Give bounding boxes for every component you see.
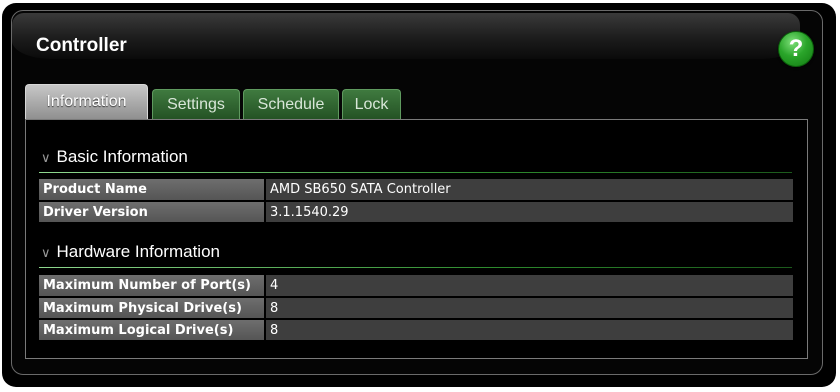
row-label: Maximum Logical Drive(s) — [39, 319, 266, 342]
header-band — [12, 13, 800, 59]
row-value: 8 — [265, 297, 793, 320]
tab-settings[interactable]: Settings — [152, 89, 240, 119]
row-value: 4 — [265, 275, 793, 298]
table-row: Maximum Number of Port(s) 4 — [39, 275, 793, 298]
row-label: Product Name — [39, 179, 266, 202]
basic-info-table: Product Name AMD SB650 SATA Controller D… — [39, 179, 793, 224]
section-divider — [39, 172, 792, 173]
table-row: Maximum Physical Drive(s) 8 — [39, 297, 793, 320]
tab-lock[interactable]: Lock — [342, 89, 401, 119]
section-hardware-information[interactable]: ∨ Hardware Information — [41, 242, 220, 262]
table-row: Driver Version 3.1.1540.29 — [39, 201, 793, 224]
row-label: Driver Version — [39, 201, 266, 224]
section-divider — [39, 267, 792, 268]
tab-content: ∨ Basic Information Product Name AMD SB65… — [25, 119, 808, 359]
collapse-chevron-icon: ∨ — [41, 245, 51, 260]
hardware-info-table: Maximum Number of Port(s) 4 Maximum Phys… — [39, 275, 793, 342]
row-label: Maximum Physical Drive(s) — [39, 297, 266, 320]
help-icon[interactable]: ? — [778, 31, 814, 67]
row-value: AMD SB650 SATA Controller — [265, 179, 793, 202]
row-value: 8 — [265, 319, 793, 342]
table-row: Maximum Logical Drive(s) 8 — [39, 319, 793, 342]
tab-schedule[interactable]: Schedule — [243, 89, 339, 119]
table-row: Product Name AMD SB650 SATA Controller — [39, 179, 793, 202]
section-title: Hardware Information — [56, 242, 220, 261]
row-value: 3.1.1540.29 — [265, 201, 793, 224]
tab-information[interactable]: Information — [25, 84, 148, 120]
section-title: Basic Information — [56, 147, 188, 166]
section-basic-information[interactable]: ∨ Basic Information — [41, 147, 188, 167]
page-title: Controller — [36, 35, 127, 56]
collapse-chevron-icon: ∨ — [41, 150, 51, 165]
row-label: Maximum Number of Port(s) — [39, 275, 266, 298]
